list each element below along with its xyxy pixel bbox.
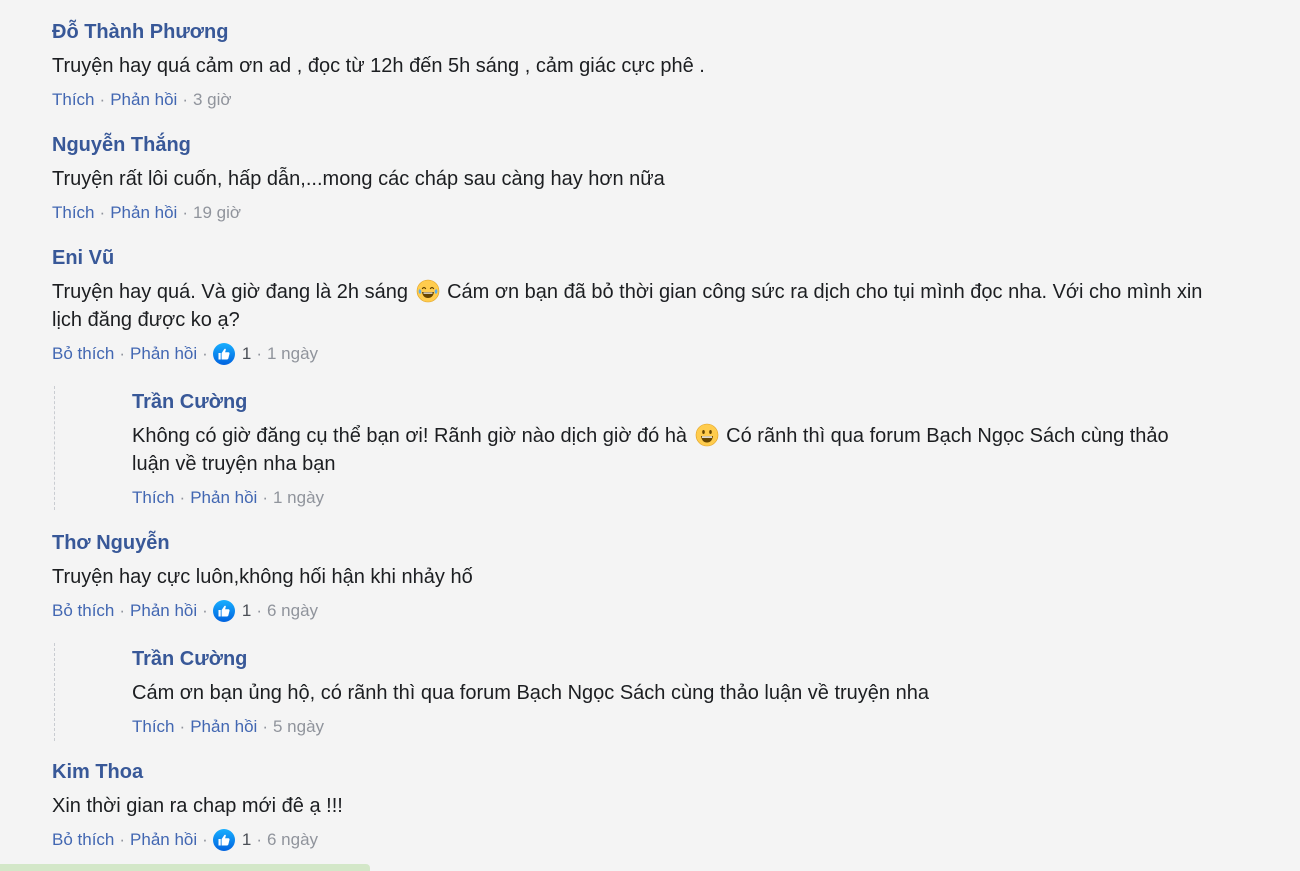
comment-item: Đỗ Thành Phương Truyện hay quá cảm ơn ad… [52, 20, 1212, 111]
comment-actions: Thích · Phản hồi · 19 giờ [52, 202, 1212, 224]
reply-text-part: Không có giờ đăng cụ thể bạn ơi! Rãnh gi… [132, 425, 693, 447]
reaction-count[interactable]: 1 [213, 600, 251, 622]
separator: · [119, 344, 126, 363]
separator: · [179, 717, 186, 736]
separator: · [119, 830, 126, 849]
like-link[interactable]: Thích [132, 716, 175, 738]
comment-text: Xin thời gian ra chap mới đê ạ !!! [52, 795, 343, 817]
reply-link[interactable]: Phản hồi [110, 202, 177, 224]
reply-timestamp[interactable]: 5 ngày [273, 716, 324, 738]
separator: · [182, 90, 188, 109]
reply-link[interactable]: Phản hồi [130, 343, 197, 365]
comment-timestamp[interactable]: 3 giờ [193, 89, 232, 111]
reply-thread-line [54, 386, 55, 510]
separator: · [99, 90, 106, 109]
comment-timestamp[interactable]: 6 ngày [267, 600, 318, 622]
comment-actions: Bỏ thích · Phản hồi · 1 · 6 ngày [52, 829, 1212, 851]
reply-text: Không có giờ đăng cụ thể bạn ơi! Rãnh gi… [132, 422, 1212, 478]
reply-actions: Thích · Phản hồi · 5 ngày [132, 716, 1212, 738]
separator: · [99, 203, 106, 222]
comment-text: Truyện hay quá. Và giờ đang là 2h sáng C… [52, 278, 1212, 334]
reaction-count[interactable]: 1 [213, 829, 251, 851]
comment-author[interactable]: Nguyễn Thắng [52, 133, 1212, 157]
separator: · [256, 830, 262, 849]
comment-actions: Bỏ thích · Phản hồi · 1 · 1 ngày [52, 343, 1212, 365]
comments-thread: Đỗ Thành Phương Truyện hay quá cảm ơn ad… [0, 0, 1300, 871]
like-link[interactable]: Thích [52, 202, 95, 224]
comment-author[interactable]: Eni Vũ [52, 246, 1212, 270]
comment-text: Truyện rất lôi cuốn, hấp dẫn,...mong các… [52, 168, 665, 190]
thumbs-up-icon [213, 829, 235, 851]
comment-text: Truyện hay quá cảm ơn ad , đọc từ 12h đế… [52, 55, 705, 77]
reply-text: Cám ơn bạn ủng hộ, có rãnh thì qua forum… [132, 682, 929, 704]
reply-item: Trần Cường Cám ơn bạn ủng hộ, có rãnh th… [132, 647, 1212, 738]
like-link[interactable]: Thích [132, 487, 175, 509]
separator: · [262, 717, 268, 736]
reaction-count[interactable]: 1 [213, 343, 251, 365]
separator: · [256, 601, 262, 620]
reply-link[interactable]: Phản hồi [190, 487, 257, 509]
comment-item: Thơ Nguyễn Truyện hay cực luôn,không hối… [52, 531, 1212, 622]
comment-timestamp[interactable]: 6 ngày [267, 829, 318, 851]
comment-timestamp[interactable]: 19 giờ [193, 202, 241, 224]
comment-timestamp[interactable]: 1 ngày [267, 343, 318, 365]
thumbs-up-icon [213, 600, 235, 622]
unlike-link[interactable]: Bỏ thích [52, 343, 114, 365]
separator: · [182, 203, 188, 222]
horizontal-scrollbar[interactable] [0, 864, 370, 871]
grinning-emoji-icon [695, 423, 719, 447]
unlike-link[interactable]: Bỏ thích [52, 829, 114, 851]
separator: · [202, 601, 208, 620]
separator: · [262, 488, 268, 507]
comment-author[interactable]: Kim Thoa [52, 760, 1212, 784]
reply-link[interactable]: Phản hồi [110, 89, 177, 111]
reaction-count-value: 1 [241, 830, 252, 849]
comment-item: Kim Thoa Xin thời gian ra chap mới đê ạ … [52, 760, 1212, 851]
reply-link[interactable]: Phản hồi [130, 829, 197, 851]
separator: · [119, 601, 126, 620]
comment-item: Nguyễn Thắng Truyện rất lôi cuốn, hấp dẫ… [52, 133, 1212, 224]
comment-author[interactable]: Đỗ Thành Phương [52, 20, 1212, 44]
comment-item: Eni Vũ Truyện hay quá. Và giờ đang là 2h… [52, 246, 1212, 365]
reply-link[interactable]: Phản hồi [130, 600, 197, 622]
comment-actions: Bỏ thích · Phản hồi · 1 · 6 ngày [52, 600, 1212, 622]
thumbs-up-icon [213, 343, 235, 365]
separator: · [256, 344, 262, 363]
comment-text: Truyện hay cực luôn,không hối hận khi nh… [52, 566, 473, 588]
reply-thread-line [54, 643, 55, 741]
separator: · [202, 830, 208, 849]
reaction-count-value: 1 [241, 601, 252, 620]
reply-actions: Thích · Phản hồi · 1 ngày [132, 487, 1212, 509]
unlike-link[interactable]: Bỏ thích [52, 600, 114, 622]
reaction-count-value: 1 [241, 344, 252, 363]
laughing-tears-emoji-icon [416, 279, 440, 303]
reply-author[interactable]: Trần Cường [132, 647, 1212, 671]
like-link[interactable]: Thích [52, 89, 95, 111]
separator: · [202, 344, 208, 363]
separator: · [179, 488, 186, 507]
comment-actions: Thích · Phản hồi · 3 giờ [52, 89, 1212, 111]
reply-link[interactable]: Phản hồi [190, 716, 257, 738]
reply-author[interactable]: Trần Cường [132, 390, 1212, 414]
comment-text-part: Truyện hay quá. Và giờ đang là 2h sáng [52, 281, 414, 303]
reply-item: Trần Cường Không có giờ đăng cụ thể bạn … [132, 390, 1212, 509]
comment-author[interactable]: Thơ Nguyễn [52, 531, 1212, 555]
reply-timestamp[interactable]: 1 ngày [273, 487, 324, 509]
